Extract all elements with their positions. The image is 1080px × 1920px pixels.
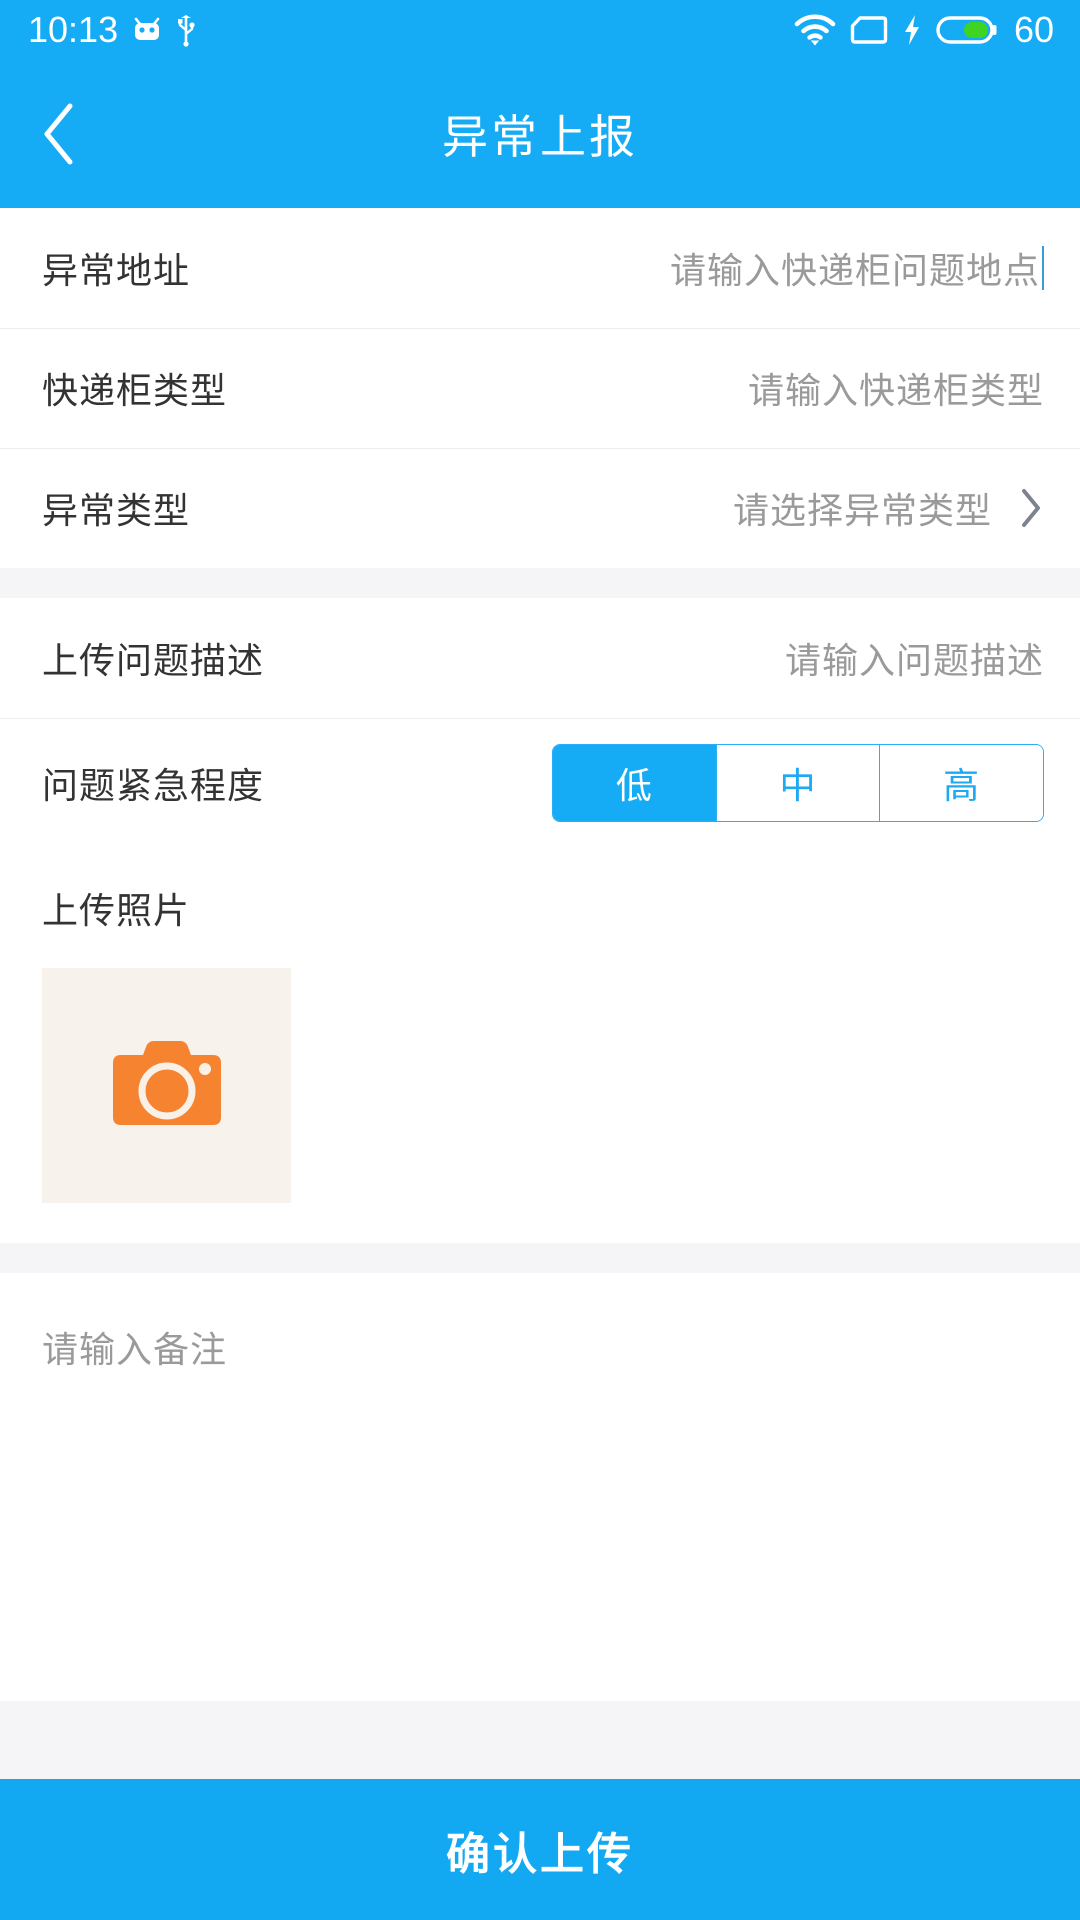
section-divider-2 bbox=[0, 1243, 1080, 1273]
form-section-basic: 异常地址 请输入快递柜问题地点 快递柜类型 请输入快递柜类型 异常类型 请选择异… bbox=[0, 208, 1080, 568]
page-title: 异常上报 bbox=[442, 111, 638, 163]
urgency-segmented-control[interactable]: 低 中 高 bbox=[552, 744, 1044, 822]
row-abnormal-type[interactable]: 异常类型 请选择异常类型 bbox=[0, 448, 1080, 568]
input-locker-type[interactable]: 请输入快递柜类型 bbox=[748, 362, 1044, 414]
input-problem-description[interactable]: 请输入问题描述 bbox=[785, 632, 1044, 684]
charging-bolt-icon bbox=[902, 14, 922, 46]
add-photo-button[interactable] bbox=[42, 968, 291, 1203]
text-cursor bbox=[1042, 246, 1044, 290]
chevron-right-icon bbox=[1018, 486, 1044, 530]
selector-abnormal-type[interactable]: 请选择异常类型 bbox=[733, 482, 1044, 534]
usb-icon bbox=[176, 13, 196, 47]
submit-button[interactable]: 确认上传 bbox=[0, 1779, 1080, 1920]
urgency-option-low[interactable]: 低 bbox=[553, 745, 716, 821]
label-urgency: 问题紧急程度 bbox=[42, 765, 265, 806]
photo-thumbnail-list bbox=[42, 968, 1038, 1203]
status-bar-right: 60 bbox=[794, 12, 1054, 48]
status-bar-left: 10:13 bbox=[28, 12, 196, 48]
label-locker-type: 快递柜类型 bbox=[42, 370, 228, 411]
form-section-detail: 上传问题描述 请输入问题描述 问题紧急程度 低 中 高 上传照片 bbox=[0, 598, 1080, 1243]
status-bar: 10:13 60 bbox=[0, 0, 1080, 60]
label-problem-description: 上传问题描述 bbox=[42, 640, 265, 681]
remarks-textarea-placeholder[interactable]: 请输入备注 bbox=[42, 1321, 1038, 1373]
app-screen: 10:13 60 异常上报 异常地址 请输入快递柜问题地点 快递柜类型 请输入快… bbox=[0, 0, 1080, 1920]
input-locker-type-placeholder: 请输入快递柜类型 bbox=[747, 370, 1044, 411]
row-problem-description[interactable]: 上传问题描述 请输入问题描述 bbox=[0, 598, 1080, 718]
submit-button-label: 确认上传 bbox=[446, 1829, 634, 1879]
remarks-section[interactable]: 请输入备注 bbox=[0, 1273, 1080, 1701]
battery-icon bbox=[936, 14, 998, 46]
battery-percent-label: 60 bbox=[1013, 9, 1054, 50]
status-clock: 10:13 bbox=[28, 9, 119, 50]
sim-card-icon bbox=[850, 14, 888, 46]
wifi-icon bbox=[794, 14, 836, 46]
bottom-spacer bbox=[0, 1701, 1080, 1779]
photo-upload-section: 上传照片 bbox=[0, 848, 1080, 1243]
selector-abnormal-type-placeholder: 请选择异常类型 bbox=[732, 490, 992, 531]
section-divider-1 bbox=[0, 568, 1080, 598]
title-bar: 异常上报 bbox=[0, 60, 1080, 208]
input-problem-description-placeholder: 请输入问题描述 bbox=[784, 640, 1044, 681]
camera-icon bbox=[109, 1039, 225, 1133]
row-urgency: 问题紧急程度 低 中 高 bbox=[0, 718, 1080, 848]
input-abnormal-address-placeholder: 请输入快递柜问题地点 bbox=[669, 250, 1040, 291]
android-robot-icon bbox=[132, 17, 162, 43]
label-abnormal-address: 异常地址 bbox=[42, 250, 191, 291]
urgency-option-medium[interactable]: 中 bbox=[715, 745, 880, 821]
row-abnormal-address[interactable]: 异常地址 请输入快递柜问题地点 bbox=[0, 208, 1080, 328]
urgency-option-high[interactable]: 高 bbox=[879, 745, 1043, 821]
label-upload-photo: 上传照片 bbox=[42, 890, 191, 931]
row-locker-type[interactable]: 快递柜类型 请输入快递柜类型 bbox=[0, 328, 1080, 448]
form-content: 异常地址 请输入快递柜问题地点 快递柜类型 请输入快递柜类型 异常类型 请选择异… bbox=[0, 208, 1080, 1779]
back-button[interactable] bbox=[14, 88, 106, 180]
chevron-left-icon bbox=[39, 101, 81, 167]
input-abnormal-address[interactable]: 请输入快递柜问题地点 bbox=[670, 242, 1044, 294]
label-abnormal-type: 异常类型 bbox=[42, 490, 191, 531]
